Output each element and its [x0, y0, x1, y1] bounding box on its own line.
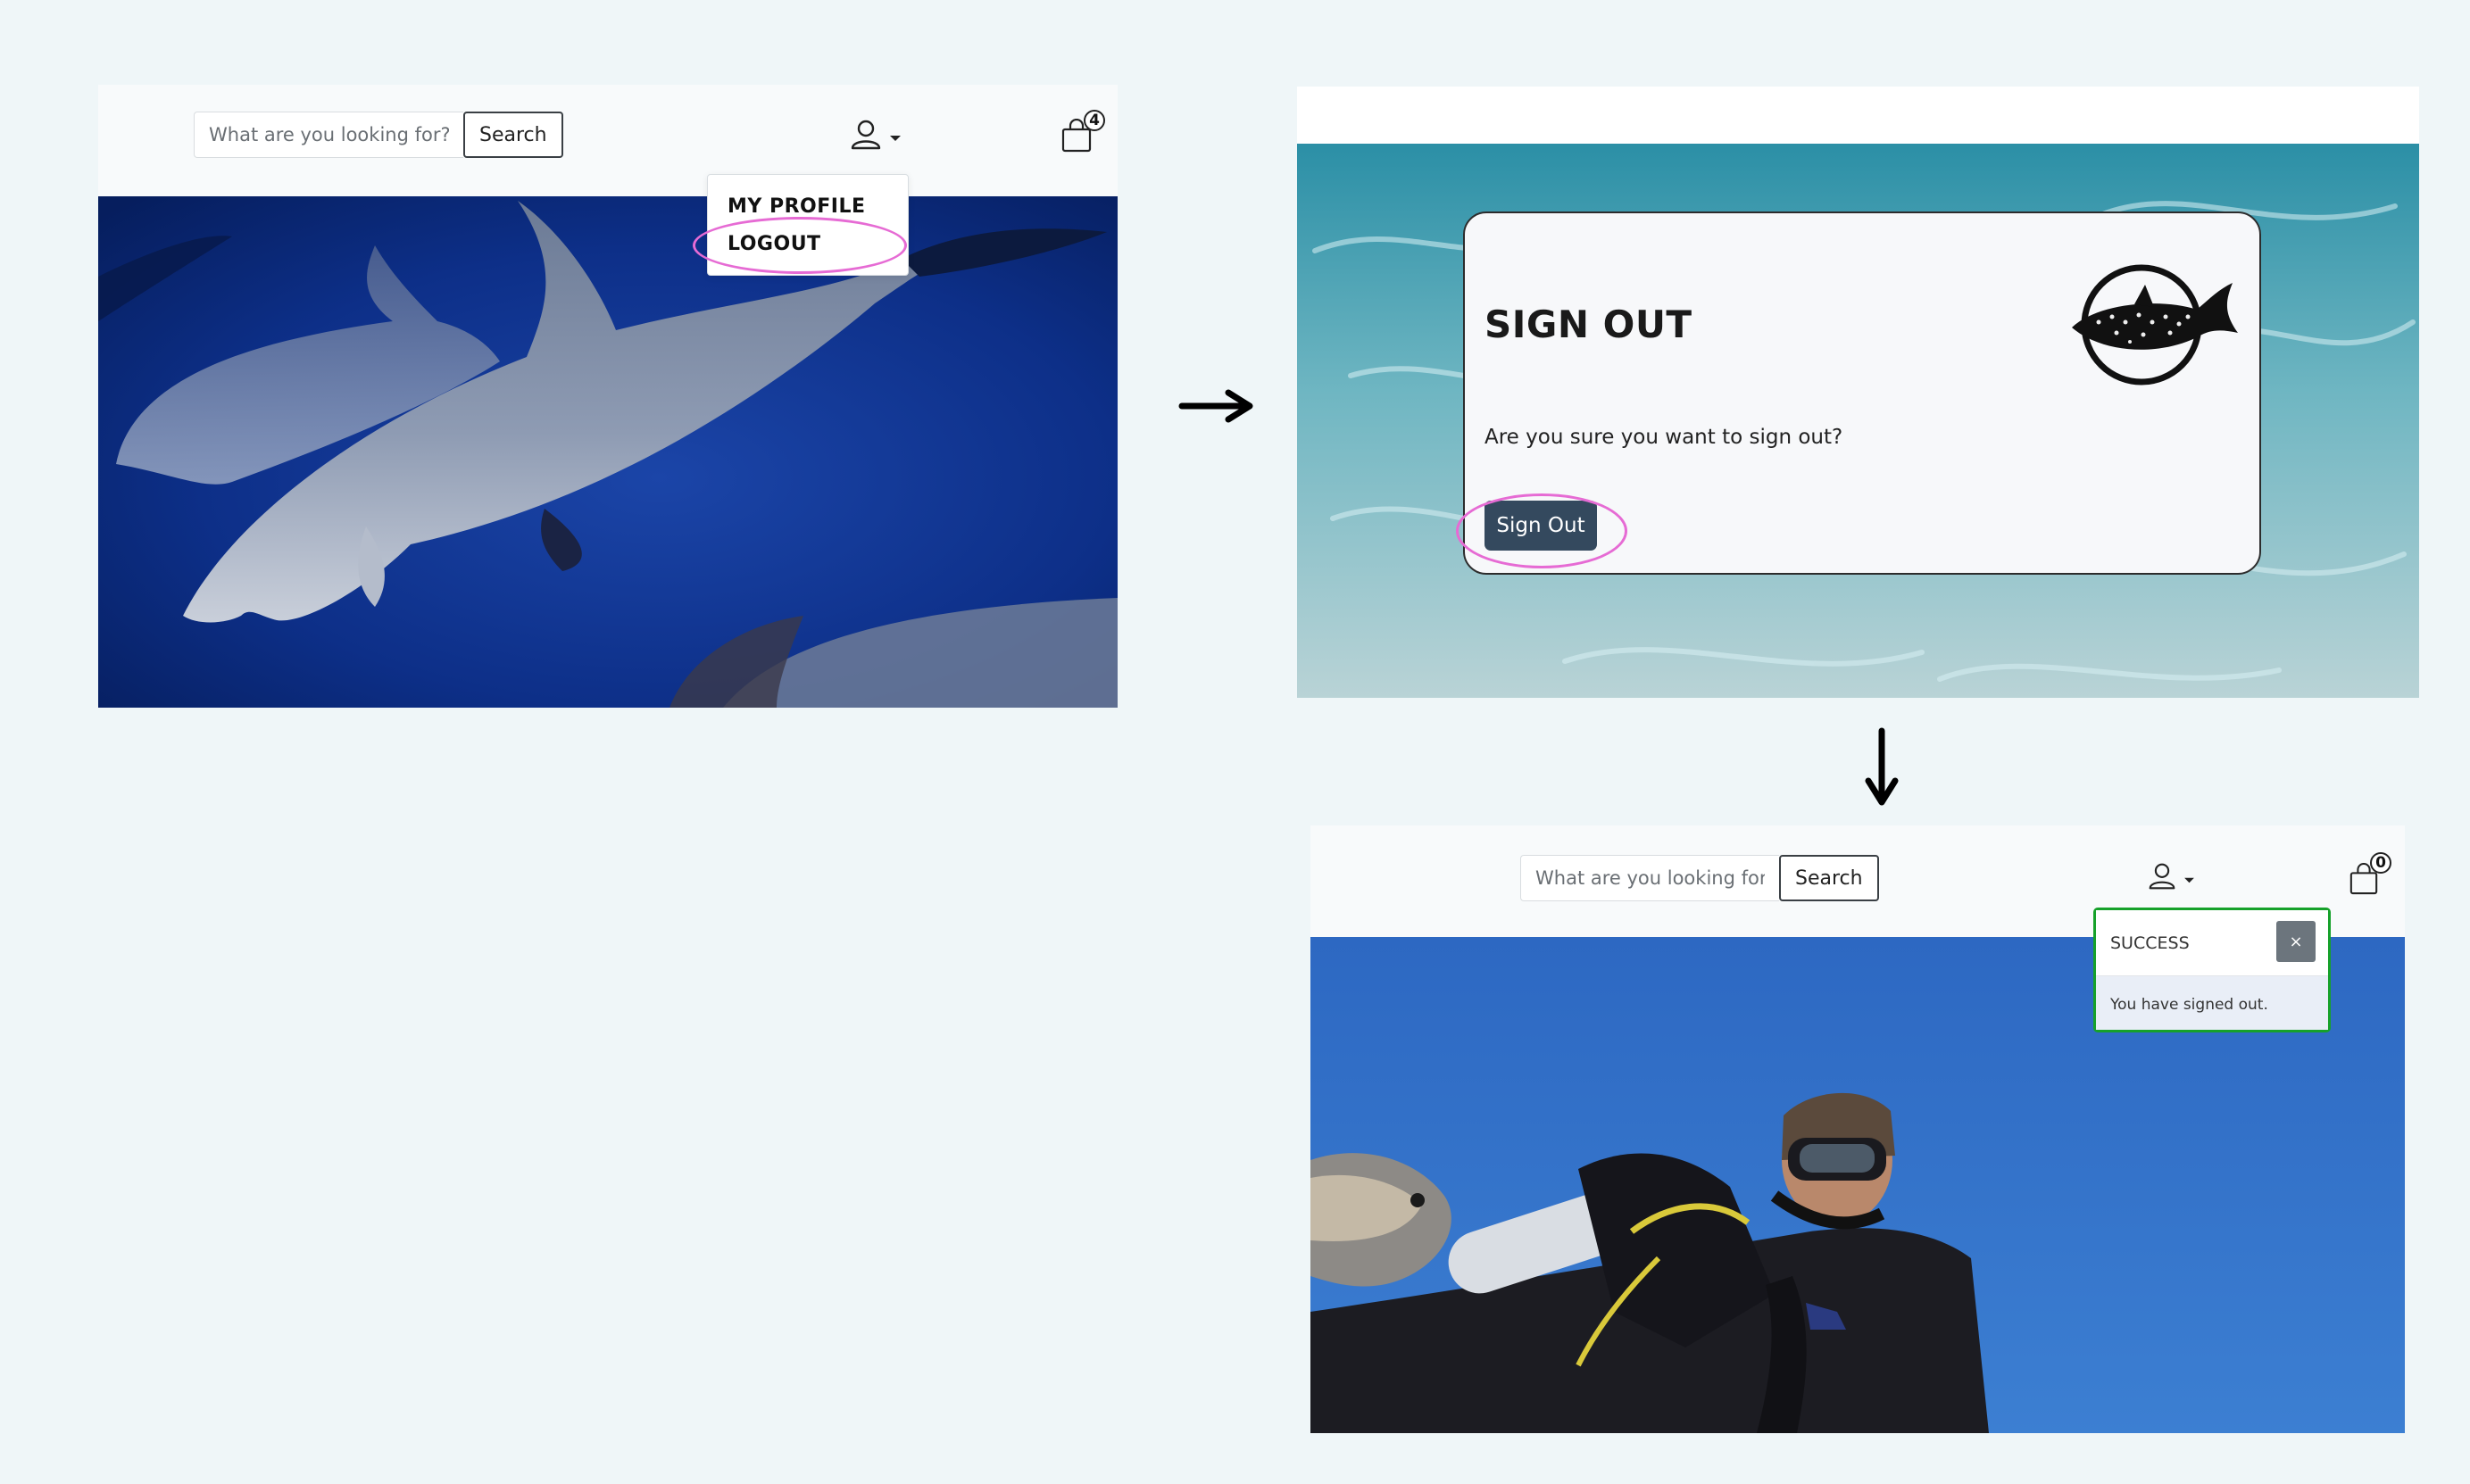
dolphins-hero-image — [98, 196, 1118, 708]
signout-message: Are you sure you want to sign out? — [1484, 426, 1843, 449]
toast-close-button[interactable]: × — [2276, 921, 2316, 962]
account-menu-toggle[interactable] — [2148, 862, 2195, 891]
search-input[interactable] — [194, 112, 463, 158]
arrow-right-icon — [1178, 389, 1253, 423]
home-screenshot-before: Search 4 — [98, 85, 1118, 708]
top-navbar: Search 4 — [98, 85, 1118, 196]
success-toast: SUCCESS × You have signed out. — [2093, 908, 2331, 1032]
toast-body: You have signed out. — [2096, 976, 2328, 1030]
search-button[interactable]: Search — [1779, 855, 1879, 901]
search-input[interactable] — [1520, 855, 1779, 901]
search-form: Search — [194, 112, 563, 158]
caret-down-icon — [2184, 877, 2194, 883]
signout-title: SIGN OUT — [1484, 303, 1692, 346]
my-profile-menu-item[interactable]: MY PROFILE — [728, 195, 866, 218]
signout-screenshot: SIGN OUT Are you sure you want to sign o… — [1297, 87, 2419, 698]
cart-count-badge: 0 — [2370, 852, 2391, 874]
search-form: Search — [1520, 855, 1879, 901]
toast-title: SUCCESS — [2110, 933, 2190, 953]
sign-out-button[interactable]: Sign Out — [1484, 501, 1597, 551]
whale-shark-logo-icon — [2072, 264, 2238, 386]
account-dropdown-menu: MY PROFILE LOGOUT — [707, 174, 909, 276]
logout-menu-item[interactable]: LOGOUT — [728, 233, 821, 255]
cart-button[interactable]: 0 — [2349, 852, 2391, 899]
user-icon — [851, 120, 881, 150]
account-menu-toggle[interactable] — [850, 119, 902, 151]
toast-message: You have signed out. — [2110, 996, 2268, 1014]
arrow-down-icon — [1865, 727, 1899, 806]
toast-header: SUCCESS × — [2096, 910, 2328, 976]
home-screenshot-after: Search 0 — [1310, 825, 2405, 1433]
cart-button[interactable]: 4 — [1060, 110, 1105, 156]
user-icon — [2149, 863, 2175, 890]
cart-count-badge: 4 — [1084, 110, 1105, 131]
search-button[interactable]: Search — [463, 112, 563, 158]
caret-down-icon — [890, 136, 901, 141]
signout-card: SIGN OUT Are you sure you want to sign o… — [1463, 211, 2261, 575]
